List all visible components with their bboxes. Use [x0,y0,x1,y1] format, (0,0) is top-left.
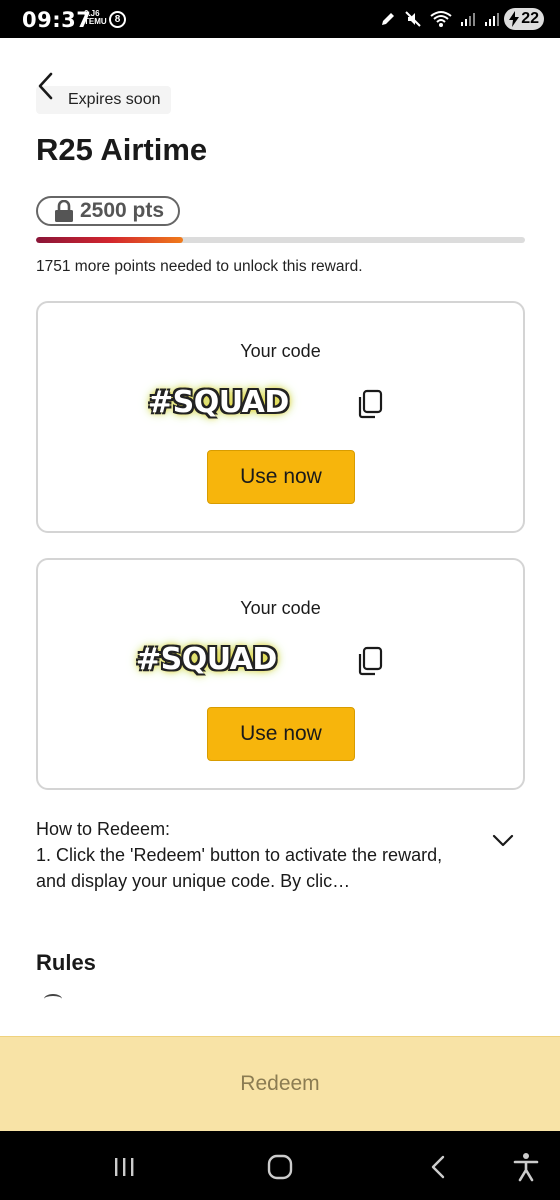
code-label: Your code [240,341,321,361]
signal-icon [461,13,475,26]
chevron-down-icon[interactable] [490,828,516,854]
status-icons [380,10,500,28]
status-bar: 09:37 6.J6 TEMU 8 22 [0,0,560,38]
expires-label: Expires soon [68,91,161,108]
points-badge: 2500 pts [36,196,181,226]
edit-icon [382,13,394,25]
code-value: #SQUAD [148,385,289,420]
copy-icon[interactable] [356,389,384,419]
use-now-button[interactable]: Use now [207,707,355,761]
code-row: #SQUAD [38,640,523,684]
wifi-icon [430,11,452,27]
points-progress-fill [36,237,183,243]
back-icon [38,72,53,100]
recents-button[interactable] [106,1149,142,1185]
notification-badge-icon: 8 [109,11,126,28]
how-to-text: 1. Click the 'Redeem' button to activate… [36,845,443,891]
charging-icon [509,11,519,27]
points-progress-bar [36,237,525,243]
nav-back-button[interactable] [420,1149,456,1185]
battery-indicator: 22 [504,8,544,30]
page-title: R25 Airtime [36,132,208,167]
use-now-button[interactable]: Use now [207,450,355,504]
code-value: #SQUAD [136,642,277,677]
nav-back-icon [431,1155,445,1179]
redeem-button-label: Redeem [240,1072,320,1095]
back-button[interactable] [30,70,62,102]
points-required: 2500 pts [80,199,165,222]
home-button[interactable] [262,1149,298,1185]
recents-icon [115,1158,134,1176]
battery-level: 22 [521,10,539,27]
lock-icon [55,200,73,222]
system-nav-bar [0,1131,560,1200]
temu-notification-icon: 6.J6 TEMU [84,10,107,26]
code-card: Your code #SQUAD Use now [36,301,525,533]
code-row: #SQUAD [38,383,523,427]
accessibility-icon [513,1153,539,1182]
code-card: Your code #SQUAD Use now [36,558,525,790]
rules-content-fragment [44,994,62,1004]
home-icon [267,1154,293,1180]
temu-label: TEMU [84,17,107,26]
how-to-heading: How to Redeem: [36,819,171,839]
copy-icon[interactable] [356,646,384,676]
how-to-redeem-section[interactable]: How to Redeem: 1. Click the 'Redeem' but… [36,816,476,894]
code-label: Your code [240,598,321,618]
points-needed-text: 1751 more points needed to unlock this r… [36,258,363,275]
mute-icon [405,11,421,27]
status-time: 09:37 [22,8,92,32]
accessibility-button[interactable] [508,1149,544,1185]
signal-icon-2 [485,13,499,26]
rules-heading: Rules [36,950,96,975]
